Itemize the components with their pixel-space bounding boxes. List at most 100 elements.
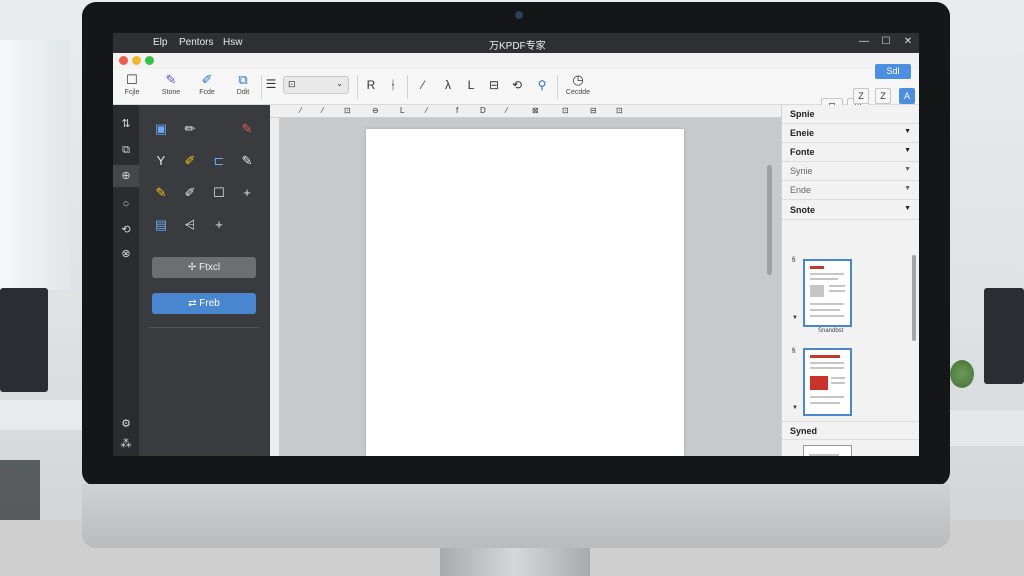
section-snote-label: Snote (790, 205, 816, 215)
comment-icon[interactable]: ☐ (208, 183, 230, 203)
thumbnail-line (810, 315, 844, 317)
edit-icon: ✐ (201, 72, 213, 87)
section-ende[interactable]: Ende ▼ (782, 181, 919, 200)
monitor-stand (440, 548, 590, 576)
maximize-icon[interactable]: ☐ (879, 36, 893, 47)
lambda-icon[interactable]: λ (440, 78, 456, 92)
clock-icon: ◷ (572, 72, 584, 87)
draw-icon[interactable]: ✎ (150, 183, 172, 203)
document-icon[interactable]: ▤ (150, 215, 172, 235)
vertical-scrollbar[interactable] (767, 165, 772, 275)
free-button[interactable]: ⇄ Freb (152, 293, 256, 314)
background-desk-left (0, 400, 90, 430)
bold-icon[interactable]: R (363, 78, 379, 92)
menu-hsw[interactable]: Hsw (223, 37, 242, 48)
search-icon[interactable]: ⚲ (534, 78, 550, 92)
frame-icon[interactable]: ⊏ (208, 151, 230, 171)
send-button[interactable]: Sdl (875, 64, 911, 79)
thumbnail-line (831, 377, 845, 379)
pages-icon[interactable]: ⧉ (113, 139, 139, 161)
chevron-down-icon: ▼ (904, 147, 911, 154)
text-style-icon[interactable]: ᛂ (385, 78, 401, 92)
text-button-label: Ftxcl (199, 262, 221, 273)
ddit-button[interactable]: ⧉ Ddit (228, 72, 258, 102)
pencil-icon[interactable]: ✏ (179, 119, 201, 139)
close-icon[interactable]: ✕ (901, 36, 915, 47)
thumbnail-label: fi (792, 257, 796, 264)
section-snote[interactable]: Snote ▼ (782, 201, 919, 220)
marker-icon[interactable]: ✎ (236, 119, 258, 139)
expand-icon[interactable]: ▼ (792, 315, 798, 321)
section-spnie[interactable]: Spnie (782, 105, 919, 124)
zoom-window-dot[interactable] (145, 56, 154, 65)
section-synie-label: Synie (790, 166, 813, 176)
text-button[interactable]: ✢ Ftxcl (152, 257, 256, 278)
thumbnail-caption: Snandbst (818, 328, 844, 334)
zoom-select[interactable]: ⊡ ⌄ (283, 76, 349, 94)
chevron-down-icon: ⌄ (336, 79, 343, 88)
background-plant (950, 360, 974, 388)
left-rail: ⇅ ⧉ ⊕ ○ ⟲ ⊗ ⚙ ⁂ (113, 105, 139, 456)
undo-button[interactable]: ◷ Cecdde (563, 72, 593, 102)
ruler-mark: ⊟ (590, 106, 597, 115)
file-button-label: Fcjle (124, 89, 140, 96)
document-canvas[interactable]: ⁄ ⁄ ⊡ ⊖ L ⁄ f D ⁄ ⊠ ⊡ ⊟ ⊡ (270, 105, 781, 456)
share-icon[interactable]: ⁂ (113, 433, 139, 455)
plus-icon[interactable]: + (236, 183, 258, 203)
section-fonte[interactable]: Fonte ▼ (782, 143, 919, 162)
line-icon[interactable]: L (463, 78, 479, 92)
chevron-down-icon: ▼ (904, 166, 911, 173)
title-bar: Elp Pentors Hsw 万KPDF专家 — ☐ ✕ (113, 33, 919, 53)
page-thumbnail[interactable] (803, 348, 852, 416)
add-icon[interactable]: ⊕ (113, 165, 139, 187)
edit-box-icon[interactable]: ✐ (179, 183, 201, 203)
page-thumbnail[interactable] (803, 445, 852, 456)
history-icon[interactable]: ⟲ (113, 219, 139, 241)
panel-scrollbar[interactable] (912, 255, 916, 341)
menu-pentors[interactable]: Pentors (179, 37, 213, 48)
toolbar-divider (357, 75, 358, 99)
settings-icon[interactable]: ⚙ (113, 413, 139, 435)
section-synie[interactable]: Synie ▼ (782, 162, 919, 181)
section-eneie[interactable]: Eneie ▼ (782, 124, 919, 143)
minimize-icon[interactable]: — (857, 36, 871, 47)
fit-view-button[interactable]: A (899, 88, 915, 104)
minimize-window-dot[interactable] (132, 56, 141, 65)
lines-icon[interactable]: ☰ (263, 77, 279, 91)
fcde-button[interactable]: ✐ Fcde (192, 72, 222, 102)
menu-elp[interactable]: Elp (153, 37, 167, 48)
search-icon[interactable]: ○ (113, 193, 139, 215)
thumbnail-line (810, 396, 844, 398)
stone-button[interactable]: ✎ Stone (156, 72, 186, 102)
zoom-out-button[interactable]: Z (853, 88, 869, 104)
slash-icon[interactable]: ⁄ (415, 78, 431, 92)
plus-icon[interactable]: + (208, 215, 230, 235)
ruler-mark: f (456, 106, 459, 115)
toolbar-divider (557, 75, 558, 99)
close-window-dot[interactable] (119, 56, 128, 65)
brush-icon[interactable]: ✎ (236, 151, 258, 171)
ruler-mark: ⊡ (344, 106, 351, 115)
image-icon[interactable]: ▣ (150, 119, 172, 139)
rotate-icon[interactable]: ⟲ (509, 78, 525, 92)
columns-icon[interactable]: ⊟ (486, 78, 502, 92)
app-window: Elp Pentors Hsw 万KPDF专家 — ☐ ✕ ☐ Fcjle ✎ … (113, 33, 919, 456)
left-ruler (270, 118, 280, 456)
tag-icon[interactable]: ⊗ (113, 243, 139, 265)
section-ende-label: Ende (790, 185, 812, 195)
stamp-icon[interactable]: ⩤ (179, 215, 201, 235)
sort-icon[interactable]: ⇅ (113, 113, 139, 135)
top-ruler: ⁄ ⁄ ⊡ ⊖ L ⁄ f D ⁄ ⊠ ⊡ ⊟ ⊡ (270, 105, 781, 118)
file-button[interactable]: ☐ Fcjle (117, 72, 147, 102)
ruler-mark: ⁄ (506, 106, 508, 115)
page-thumbnail[interactable] (803, 259, 852, 327)
expand-icon[interactable]: ▼ (792, 405, 798, 411)
pen-icon: ✎ (165, 72, 177, 87)
branch-icon[interactable]: Y (150, 151, 172, 171)
right-panel: Spnie Eneie ▼ Fonte ▼ Synie ▼ Ende ▼ Sno… (781, 105, 919, 456)
document-page[interactable] (366, 129, 684, 456)
section-synced[interactable]: Syned (782, 421, 919, 440)
app-title: 万KPDF专家 (489, 41, 546, 52)
zoom-in-button[interactable]: Z (875, 88, 891, 104)
highlighter-icon[interactable]: ✐ (179, 151, 201, 171)
